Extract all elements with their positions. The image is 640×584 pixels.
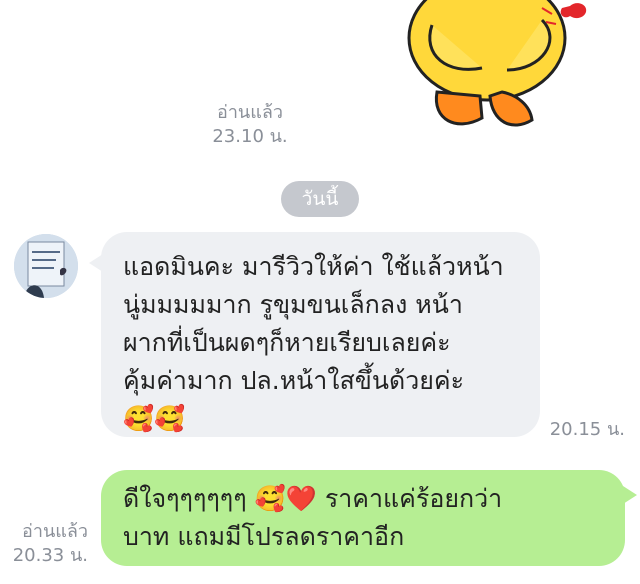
read-status-outgoing: อ่านแล้ว 20.33 น. [8, 520, 88, 568]
duck-sticker-icon [407, 0, 587, 127]
outgoing-message-bubble[interactable]: ดีใจๆๆๆๆๆๆ 🥰❤️ ราคาแค่ร้อยกว่า บาท แถมมี… [101, 470, 637, 566]
message-line: บาท แถมมีโปรลดราคาอีก [123, 522, 405, 551]
message-line: แอดมินคะ มารีวิวให้ค่า ใช้แล้วหน้า [123, 252, 504, 281]
message-time: 20.33 น. [12, 545, 88, 566]
incoming-message-time: 20.15 น. [549, 419, 625, 440]
message-line: คุ้มค่ามาก ปล.หน้าใสขึ้นด้วยค่ะ [123, 366, 465, 395]
message-text-part: ราคาแค่ร้อยกว่า [316, 484, 503, 513]
message-line: นู่มมมมมาก รูขุมขนเล็กลง หน้า [123, 290, 463, 319]
avatar[interactable] [14, 234, 78, 298]
read-status-top: อ่านแล้ว 23.10 น. [200, 101, 300, 149]
incoming-message-bubble[interactable]: แอดมินคะ มารีวิวให้ค่า ใช้แล้วหน้า นู่มม… [89, 232, 540, 438]
date-divider: วันนี้ [281, 181, 359, 217]
duck-sticker[interactable] [392, 0, 602, 130]
user-avatar-icon [14, 234, 78, 298]
message-time: 23.10 น. [212, 126, 288, 147]
read-label: อ่านแล้ว [22, 521, 88, 542]
message-text-part: ดีใจๆๆๆๆๆๆ [123, 484, 255, 513]
emoji-line: 🥰🥰 [123, 404, 186, 433]
read-label: อ่านแล้ว [217, 102, 283, 123]
emoji-part: 🥰❤️ [254, 484, 317, 513]
message-line: ดีใจๆๆๆๆๆๆ 🥰❤️ ราคาแค่ร้อยกว่า [123, 480, 613, 518]
incoming-message-text: แอดมินคะ มารีวิวให้ค่า ใช้แล้วหน้า นู่มม… [123, 248, 533, 438]
message-line: ผากที่เป็นผดๆก็หายเรียบเลยค่ะ [123, 328, 451, 357]
outgoing-message-text: ดีใจๆๆๆๆๆๆ 🥰❤️ ราคาแค่ร้อยกว่า บาท แถมมี… [123, 480, 613, 556]
